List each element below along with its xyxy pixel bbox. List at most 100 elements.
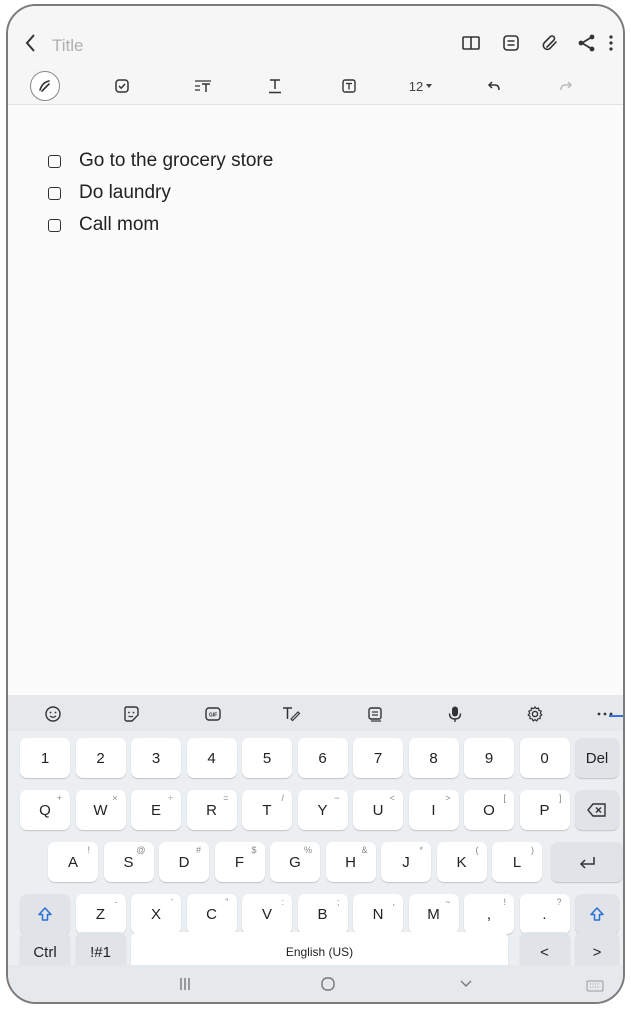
key-label: F	[234, 853, 245, 871]
key-label: J	[402, 853, 410, 871]
key-v[interactable]: V:	[242, 894, 292, 934]
checklist-item-text[interactable]: Call mom	[79, 214, 159, 236]
key-secondary-symbol: +	[56, 793, 62, 803]
key-b[interactable]: B;	[297, 894, 348, 934]
checkbox[interactable]	[48, 154, 61, 168]
key-k[interactable]: K(	[436, 842, 487, 882]
backspace-icon	[587, 803, 606, 817]
key-g[interactable]: G%	[270, 842, 320, 882]
key-x[interactable]: X '	[131, 894, 181, 934]
key-label: G	[289, 853, 301, 871]
text-background-button[interactable]	[336, 74, 362, 98]
emoji-icon[interactable]	[42, 703, 64, 725]
clipboard-icon[interactable]	[364, 703, 386, 725]
backspace-key[interactable]	[575, 790, 619, 830]
key-5[interactable]: 5	[242, 738, 292, 778]
key-label: 7	[373, 749, 383, 767]
key-e[interactable]: E ÷	[131, 790, 181, 830]
key-label: L	[512, 853, 522, 871]
key-p[interactable]: P]	[519, 790, 570, 830]
back-chevron-icon[interactable]	[22, 32, 40, 54]
text-color-button[interactable]	[262, 74, 288, 98]
checklist-item-text[interactable]: Go to the grocery store	[79, 150, 273, 172]
key-2[interactable]: 2	[75, 738, 126, 778]
key-1[interactable]: 1	[20, 738, 70, 778]
key-r[interactable]: R =	[186, 790, 237, 830]
del-key[interactable]: Del	[575, 738, 619, 778]
attachment-icon[interactable]	[540, 32, 562, 54]
key-secondary-symbol: %	[303, 845, 312, 855]
hide-keyboard-icon[interactable]	[459, 977, 473, 993]
checklist-item-text[interactable]: Do laundry	[79, 182, 171, 204]
home-icon[interactable]	[320, 976, 336, 995]
sticker-icon[interactable]	[120, 703, 142, 725]
more-horizontal-icon[interactable]	[596, 703, 614, 725]
key-label: 3	[151, 749, 161, 767]
key-8[interactable]: 8	[408, 738, 459, 778]
key-9[interactable]: 9	[464, 738, 514, 778]
share-icon[interactable]	[576, 32, 598, 54]
key-6[interactable]: 6	[297, 738, 348, 778]
key-w[interactable]: W ×	[75, 790, 126, 830]
redo-button[interactable]	[553, 74, 579, 98]
checklist-item[interactable]: Do laundry	[48, 179, 171, 207]
key-d[interactable]: D #	[159, 842, 209, 882]
key-period[interactable]: .?	[519, 894, 570, 934]
gif-icon[interactable]: GIF	[202, 703, 224, 725]
key-7[interactable]: 7	[353, 738, 403, 778]
key-m[interactable]: M ~	[408, 894, 459, 934]
font-size-dropdown[interactable]: 12	[404, 74, 438, 98]
enter-key[interactable]	[550, 842, 623, 882]
microphone-icon[interactable]	[444, 703, 466, 725]
shift-key-right[interactable]	[575, 894, 619, 934]
key-n[interactable]: N,	[353, 894, 403, 934]
key-s[interactable]: S @	[103, 842, 154, 882]
key-o[interactable]: O[	[464, 790, 514, 830]
key-t[interactable]: T /	[242, 790, 292, 830]
key-q[interactable]: Q +	[20, 790, 70, 830]
key-y[interactable]: Y −	[297, 790, 348, 830]
key-secondary-symbol: -	[114, 897, 118, 907]
key-a[interactable]: A!	[48, 842, 98, 882]
key-label: !#1	[90, 943, 111, 961]
key-label: 9	[484, 749, 494, 767]
key-f[interactable]: F $	[214, 842, 265, 882]
key-label: D	[178, 853, 190, 871]
note-body[interactable]: Go to the grocery store Do laundry Call …	[8, 105, 623, 695]
key-comma[interactable]: ,!	[464, 894, 514, 934]
checklist-item[interactable]: Call mom	[48, 211, 159, 239]
checklist-item[interactable]: Go to the grocery store	[48, 147, 273, 175]
key-u[interactable]: U <	[353, 790, 403, 830]
key-l[interactable]: L)	[492, 842, 542, 882]
key-h[interactable]: H &	[325, 842, 376, 882]
key-label: X	[150, 905, 161, 923]
key-label: Del	[585, 749, 609, 767]
key-3[interactable]: 3	[131, 738, 181, 778]
template-icon[interactable]	[500, 32, 522, 54]
key-c[interactable]: C "	[186, 894, 237, 934]
undo-button[interactable]	[481, 74, 507, 98]
key-label: O	[483, 801, 495, 819]
handwriting-icon[interactable]	[280, 703, 302, 725]
more-vertical-icon[interactable]	[604, 32, 618, 54]
key-label: .	[542, 905, 547, 923]
keyboard-icon[interactable]	[586, 979, 604, 995]
key-label: I	[431, 801, 436, 819]
checkbox-button[interactable]	[109, 74, 135, 98]
settings-icon[interactable]	[524, 703, 546, 725]
recents-icon[interactable]	[178, 977, 192, 994]
key-j[interactable]: J *	[381, 842, 431, 882]
checkbox[interactable]	[48, 186, 61, 200]
shift-key-left[interactable]	[20, 894, 70, 934]
text-style-button[interactable]	[190, 74, 216, 98]
book-icon[interactable]	[460, 32, 482, 54]
key-secondary-symbol: [	[503, 793, 506, 803]
checkbox[interactable]	[48, 218, 61, 232]
key-i[interactable]: I >	[408, 790, 459, 830]
text-color-icon	[269, 79, 281, 94]
key-4[interactable]: 4	[186, 738, 237, 778]
title-placeholder[interactable]: Title	[52, 36, 84, 56]
key-0[interactable]: 0	[519, 738, 570, 778]
key-z[interactable]: Z-	[75, 894, 126, 934]
pen-mode-button[interactable]	[30, 71, 60, 101]
